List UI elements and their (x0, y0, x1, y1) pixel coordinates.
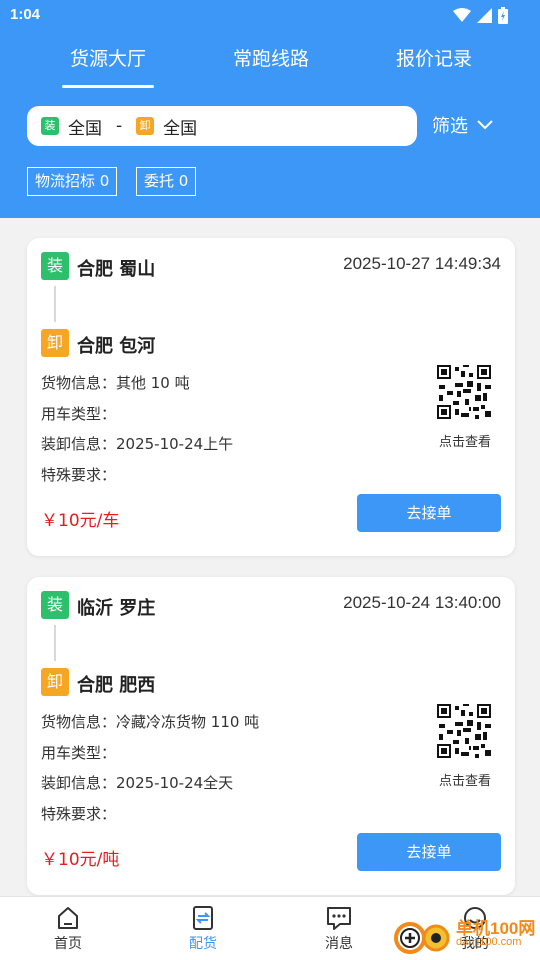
tab-quote-records[interactable]: 报价记录 (388, 44, 480, 88)
unload-tag: 卸 (136, 117, 155, 135)
tab-cargo-hall[interactable]: 货源大厅 (62, 44, 154, 88)
load-city: 合肥 蜀山 (77, 259, 156, 280)
unload-badge: 卸 (41, 668, 69, 696)
nav-dispatch-label: 配货 (189, 936, 217, 952)
wifi-icon (453, 8, 471, 22)
battery-icon (498, 7, 508, 24)
unload-city: 合肥 肥西 (77, 675, 156, 696)
load-badge: 装 (41, 591, 69, 619)
special-requirements: 特殊要求： (41, 805, 117, 823)
route-line (54, 625, 56, 661)
unload-city: 合肥 包河 (77, 336, 156, 357)
status-time: 1:04 (10, 6, 41, 23)
route-to: 全国 (163, 118, 198, 139)
route-line (54, 286, 56, 322)
nav-messages[interactable]: 消息 (309, 905, 369, 953)
qr-code-icon[interactable] (437, 704, 491, 758)
view-qr-link[interactable]: 点击查看 (427, 770, 503, 789)
message-icon (327, 907, 351, 930)
unload-badge: 卸 (41, 329, 69, 357)
load-tag: 装 (41, 117, 59, 135)
route-separator: - (116, 116, 123, 136)
accept-order-button[interactable]: 去接单 (357, 494, 501, 532)
nav-dispatch[interactable]: 配货 (173, 905, 233, 953)
handling-info: 装卸信息：2025-10-24全天 (41, 774, 234, 792)
dispatch-icon (193, 906, 213, 930)
qr-code-icon[interactable] (437, 365, 491, 419)
home-icon (58, 907, 78, 929)
post-time: 2025-10-24 13:40:00 (343, 593, 501, 612)
cargo-info: 货物信息：其他 10 吨 (41, 374, 190, 392)
post-time: 2025-10-27 14:49:34 (343, 254, 501, 273)
entrust-pill[interactable]: 委托 0 (136, 167, 197, 196)
route-selector[interactable]: 装 全国 - 卸 全国 (27, 106, 417, 146)
nav-messages-label: 消息 (325, 936, 353, 952)
cargo-card[interactable]: 装 临沂 罗庄 2025-10-24 13:40:00 卸 合肥 肥西 货物信息… (27, 577, 515, 895)
filter-label: 筛选 (432, 116, 468, 137)
price: ￥10元/车 (41, 511, 120, 531)
watermark: 单机100网 danji100.com (390, 912, 540, 958)
bidding-pill[interactable]: 物流招标 0 (27, 167, 118, 196)
vehicle-type: 用车类型： (41, 405, 117, 423)
filter-button[interactable]: 筛选 (432, 112, 494, 138)
view-qr-link[interactable]: 点击查看 (427, 431, 503, 450)
status-bar: 1:04 (0, 0, 540, 30)
signal-icon (477, 8, 492, 23)
cargo-card[interactable]: 装 合肥 蜀山 2025-10-27 14:49:34 卸 合肥 包河 货物信息… (27, 238, 515, 556)
tab-frequent-routes[interactable]: 常跑线路 (225, 44, 317, 88)
nav-home-label: 首页 (54, 936, 82, 952)
status-icons (453, 7, 508, 24)
chevron-down-icon (477, 120, 493, 130)
special-requirements: 特殊要求： (41, 466, 117, 484)
nav-home[interactable]: 首页 (38, 905, 98, 953)
vehicle-type: 用车类型： (41, 744, 117, 762)
watermark-url: danji100.com (456, 936, 522, 948)
watermark-logo-icon (394, 922, 450, 954)
header: 货源大厅 常跑线路 报价记录 装 全国 - 卸 全国 筛选 物流招标 0 委托 … (0, 30, 540, 218)
accept-order-button[interactable]: 去接单 (357, 833, 501, 871)
load-city: 临沂 罗庄 (77, 598, 156, 619)
load-badge: 装 (41, 252, 69, 280)
cargo-info: 货物信息：冷藏冷冻货物 110 吨 (41, 713, 260, 731)
price: ￥10元/吨 (41, 850, 120, 870)
handling-info: 装卸信息：2025-10-24上午 (41, 435, 234, 453)
route-from: 全国 (68, 118, 102, 139)
